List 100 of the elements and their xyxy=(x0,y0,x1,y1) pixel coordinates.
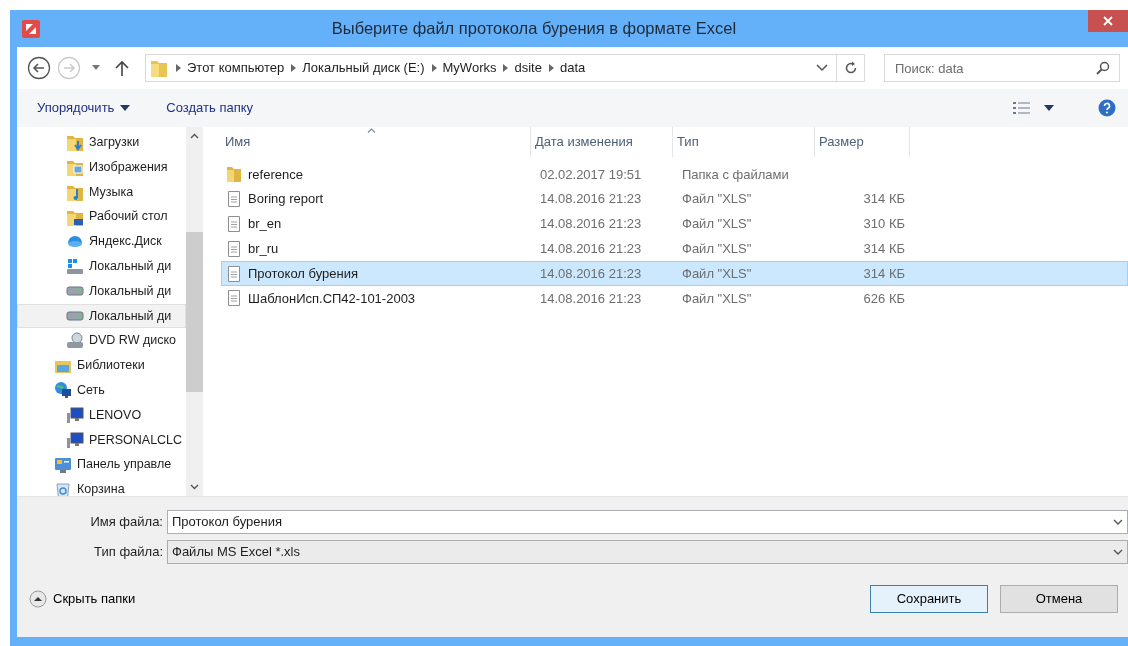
address-bar[interactable]: Этот компьютер Локальный диск (E:) MyWorks dsite data xyxy=(145,54,865,82)
folder-icon xyxy=(66,133,84,152)
help-icon[interactable] xyxy=(1098,99,1116,117)
navigation-item[interactable]: Рабочий стол xyxy=(17,204,186,230)
close-button[interactable] xyxy=(1088,10,1128,32)
size-cell-text: 314 КБ xyxy=(862,240,906,259)
type-cell-text: Файл "XLS" xyxy=(681,289,753,308)
app-icon xyxy=(22,19,40,38)
chevron-down-icon[interactable] xyxy=(816,64,828,72)
search-field[interactable]: Поиск: data xyxy=(884,54,1120,82)
size-cell-text: 626 КБ xyxy=(862,289,906,308)
file-row[interactable]: br_en 14.08.2016 21:23 Файл "XLS" 310 КБ xyxy=(221,211,1128,237)
size-cell-text: 314 КБ xyxy=(862,264,906,283)
drive-icon xyxy=(66,310,84,321)
chevron-right-icon xyxy=(429,64,438,72)
breadcrumb-link[interactable]: Локальный диск (E:) xyxy=(297,58,430,78)
folder-icon xyxy=(66,183,84,201)
column-header[interactable]: Размер xyxy=(815,127,910,157)
navigation-item[interactable]: Локальный ди xyxy=(17,254,186,279)
cancel-button[interactable]: Отмена xyxy=(1000,585,1118,613)
breadcrumb-link[interactable]: dsite xyxy=(509,58,547,78)
navigation-item[interactable]: Локальный ди xyxy=(17,278,186,304)
document-icon xyxy=(226,289,242,308)
column-header[interactable]: Имя xyxy=(221,127,531,157)
chevron-right-icon xyxy=(501,64,510,72)
file-name: Протокол бурения xyxy=(248,264,358,283)
close-icon xyxy=(1103,16,1113,26)
date-cell-text: 14.08.2016 21:23 xyxy=(539,264,643,283)
organize-menu[interactable]: Упорядочить xyxy=(37,98,131,118)
navigation-item[interactable]: PERSONALCLC xyxy=(17,427,186,453)
list-view-icon xyxy=(1013,101,1030,115)
file-name-label: Имя файла: xyxy=(89,513,164,532)
document-icon xyxy=(226,239,242,258)
folder-icon xyxy=(226,165,242,184)
collapse-icon xyxy=(29,590,47,608)
new-folder-button[interactable]: Создать папку xyxy=(166,98,254,118)
navigation-item[interactable]: Сеть xyxy=(17,377,186,403)
type-cell-text: Папка с файлами xyxy=(681,165,790,184)
file-row[interactable]: ШаблонИсп.СП42-101-2003 14.08.2016 21:23 Файл "XLS" 626 КБ xyxy=(221,286,1128,311)
control-panel-icon xyxy=(54,455,72,474)
file-name: br_en xyxy=(248,215,282,234)
column-header[interactable]: Дата изменения xyxy=(531,127,673,157)
drive-icon xyxy=(66,257,84,276)
file-name: reference xyxy=(248,165,303,184)
file-row[interactable]: Протокол бурения 14.08.2016 21:23 Файл "XLS" 314 КБ xyxy=(221,261,1128,286)
navigation-item[interactable]: Локальный ди xyxy=(17,303,186,329)
navigation-item[interactable]: Музыка xyxy=(17,179,186,205)
back-button[interactable] xyxy=(27,56,51,80)
navigation-item[interactable]: DVD RW диско xyxy=(17,328,186,354)
size-cell-text: 310 КБ xyxy=(862,215,906,234)
file-row[interactable]: Boring report 14.08.2016 21:23 Файл "XLS" 314 КБ xyxy=(221,186,1128,212)
window-title: Выберите файл протокола бурения в формате Excel xyxy=(330,18,738,40)
scrollbar[interactable] xyxy=(186,127,203,496)
chevron-down-icon[interactable] xyxy=(1113,549,1123,555)
folder-icon xyxy=(66,158,84,177)
chevron-down-icon[interactable] xyxy=(1113,519,1123,525)
date-cell-text: 14.08.2016 21:23 xyxy=(539,240,643,259)
history-dropdown[interactable] xyxy=(91,65,101,71)
type-cell-text: Файл "XLS" xyxy=(681,240,753,259)
drive-icon xyxy=(66,286,84,297)
trash-icon xyxy=(54,480,72,496)
breadcrumb-link[interactable]: MyWorks xyxy=(437,58,502,78)
breadcrumb-link[interactable]: data xyxy=(554,58,591,78)
save-button[interactable]: Сохранить xyxy=(870,585,988,613)
view-options-button[interactable] xyxy=(1013,101,1054,115)
chevron-right-icon xyxy=(289,64,298,72)
type-cell-text: Файл "XLS" xyxy=(681,264,753,283)
chevron-right-icon xyxy=(174,64,182,72)
file-row[interactable]: reference 02.02.2017 19:51 Папка с файлами xyxy=(221,162,1128,187)
scroll-down-icon[interactable] xyxy=(190,484,199,490)
document-icon xyxy=(226,264,242,283)
file-row[interactable]: br_ru 14.08.2016 21:23 Файл "XLS" 314 КБ xyxy=(221,236,1128,262)
date-cell-text: 14.08.2016 21:23 xyxy=(539,289,643,308)
type-cell-text: Файл "XLS" xyxy=(681,190,753,209)
date-cell-text: 14.08.2016 21:23 xyxy=(539,190,643,209)
file-name: ШаблонИсп.СП42-101-2003 xyxy=(248,289,416,308)
type-cell-text: Файл "XLS" xyxy=(681,215,753,234)
up-button[interactable] xyxy=(115,60,129,76)
file-name-field[interactable]: Протокол бурения xyxy=(167,510,1128,534)
navigation-item[interactable]: Библиотеки xyxy=(17,353,186,378)
navigation-item[interactable]: Загрузки xyxy=(17,130,186,155)
refresh-icon[interactable] xyxy=(843,61,858,75)
file-type-label: Тип файла: xyxy=(93,543,164,562)
computer-icon xyxy=(66,406,84,425)
file-name: Boring report xyxy=(248,190,324,209)
breadcrumb-link[interactable]: Этот компьютер xyxy=(182,58,290,78)
column-header[interactable]: Тип xyxy=(673,127,815,157)
date-cell-text: 14.08.2016 21:23 xyxy=(539,215,643,234)
scroll-up-icon[interactable] xyxy=(190,133,199,139)
caret-icon xyxy=(120,105,131,111)
navigation-item[interactable]: Панель управле xyxy=(17,452,186,478)
disc-drive-icon xyxy=(66,331,84,350)
file-type-dropdown[interactable]: Файлы MS Excel *.xls xyxy=(167,540,1128,564)
navigation-item[interactable]: Корзина xyxy=(17,477,186,496)
navigation-item[interactable]: LENOVO xyxy=(17,402,186,428)
globe-icon xyxy=(54,381,72,400)
navigation-item[interactable]: Яндекс.Диск xyxy=(17,229,186,254)
document-icon xyxy=(226,215,242,233)
navigation-item[interactable]: Изображения xyxy=(17,154,186,180)
hide-folders-button[interactable]: Скрыть папки xyxy=(29,589,136,609)
